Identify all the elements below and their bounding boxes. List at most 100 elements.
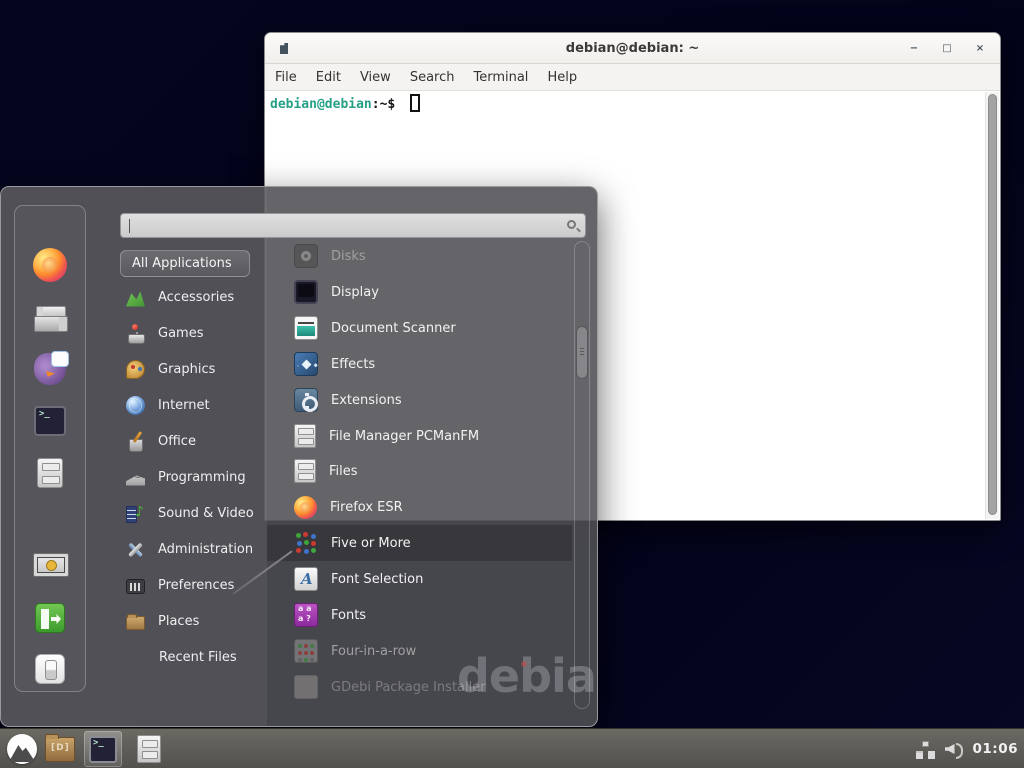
log-out-icon [35,603,65,633]
category-graphics[interactable]: Graphics [120,351,270,387]
gdebi-icon [294,675,318,699]
games-icon [126,324,145,343]
terminal-window-title: debian@debian: ~ [265,33,1000,64]
file-cabinet-icon [37,458,63,488]
firefox-icon [294,496,317,519]
window-buttons: − □ × [908,33,986,64]
favorite-terminal-button[interactable] [31,402,69,440]
file-cabinet-icon [294,424,316,448]
lock-screen-button[interactable] [31,548,69,586]
app-display[interactable]: Display [267,274,572,310]
menu-file[interactable]: File [275,70,297,85]
category-accessories[interactable]: Accessories [120,279,270,315]
category-sound-video[interactable]: Sound & Video [120,495,270,531]
app-files[interactable]: Files [267,453,572,489]
terminal-titlebar[interactable]: debian@debian: ~ − □ × [265,33,1000,64]
accessories-icon [126,288,145,307]
application-menu: debian All Applications Accessories [0,186,598,727]
lock-screen-icon [33,553,67,581]
taskbar: 01:06 [0,728,1024,768]
terminal-task-button[interactable] [84,731,122,767]
five-or-more-dots-icon [294,531,318,555]
package-manager-icon [34,306,66,332]
app-five-or-more[interactable]: Five or More [267,525,572,561]
folder-icon [45,737,75,762]
menu-button[interactable] [3,731,41,767]
prompt-path: :~$ [372,97,395,112]
files-launcher[interactable] [130,731,168,767]
terminal-icon [89,736,117,763]
volume-icon[interactable] [945,741,963,757]
firefox-icon [33,248,67,282]
log-out-button[interactable] [31,599,69,637]
file-cabinet-icon [294,459,316,483]
pidgin-icon [34,353,66,385]
app-file-manager-pcmanfm[interactable]: File Manager PCManFM [267,418,572,454]
clock[interactable]: 01:06 [973,741,1018,757]
menu-view[interactable]: View [360,70,391,85]
programming-icon [126,468,145,487]
app-fonts[interactable]: Fonts [267,597,572,633]
category-administration[interactable]: Administration [120,531,270,567]
app-effects[interactable]: Effects [267,346,572,382]
document-scanner-icon [294,316,318,340]
menu-search-box [120,213,586,238]
extensions-gear-icon [294,388,318,412]
minimize-icon[interactable]: − [908,43,920,55]
menu-terminal[interactable]: Terminal [473,70,528,85]
shut-down-icon [35,654,65,684]
prompt-user-host: debian@debian [270,97,372,112]
file-cabinet-icon [137,735,161,763]
category-all-applications[interactable]: All Applications [120,250,250,277]
internet-globe-icon [126,396,145,415]
app-four-in-a-row[interactable]: Four-in-a-row [267,633,572,669]
favorite-pidgin-button[interactable] [31,350,69,388]
terminal-cursor [410,94,420,112]
category-internet[interactable]: Internet [120,387,270,423]
apps-scrollbar-thumb[interactable] [576,326,588,379]
category-recent-files[interactable]: Recent Files [120,639,270,675]
network-icon[interactable] [916,741,935,757]
app-font-selection[interactable]: Font Selection [267,561,572,597]
start-menu-icon [7,734,37,764]
disks-icon [294,244,318,268]
category-programming[interactable]: Programming [120,459,270,495]
text-caret [129,219,130,233]
category-office[interactable]: Office [120,423,270,459]
apps-scrollbar[interactable] [574,241,590,709]
display-icon [294,280,318,304]
favorite-package-manager-button[interactable] [31,300,69,338]
menu-search[interactable]: Search [410,70,455,85]
category-label: All Applications [132,256,232,271]
favorite-firefox-button[interactable] [31,246,69,284]
app-gdebi-package-installer[interactable]: GDebi Package Installer [267,669,572,705]
font-selection-icon [294,567,318,591]
favorites-sidebar [14,205,86,692]
sound-video-icon [126,504,145,523]
menu-edit[interactable]: Edit [316,70,341,85]
graphics-icon [126,360,145,379]
maximize-icon[interactable]: □ [941,43,953,55]
app-document-scanner[interactable]: Document Scanner [267,310,572,346]
terminal-scrollbar-thumb[interactable] [988,94,997,515]
four-in-a-row-icon [294,639,318,663]
terminal-icon [34,406,66,436]
effects-icon [294,352,318,376]
app-disks[interactable]: Disks [267,238,572,274]
search-input[interactable] [129,216,559,235]
favorite-files-button[interactable] [31,454,69,492]
terminal-scrollbar[interactable] [985,92,999,519]
app-extensions[interactable]: Extensions [267,382,572,418]
file-manager-launcher[interactable] [41,731,79,767]
shut-down-button[interactable] [31,650,69,688]
app-firefox-esr[interactable]: Firefox ESR [267,489,572,525]
close-icon[interactable]: × [974,43,986,55]
category-games[interactable]: Games [120,315,270,351]
magnifier-icon [567,220,576,229]
office-icon [126,432,145,451]
places-folder-icon [126,616,145,630]
category-places[interactable]: Places [120,603,270,639]
category-preferences[interactable]: Preferences [120,567,270,603]
menu-help[interactable]: Help [547,70,577,85]
administration-tools-icon [126,540,145,559]
